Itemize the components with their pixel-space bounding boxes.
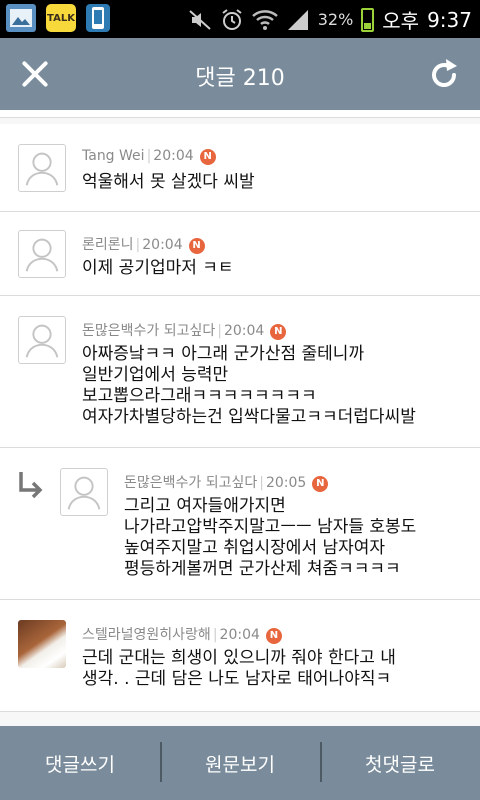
phone-icon <box>86 4 110 32</box>
comment-meta: 스텔라널영원히사랑해 | 20:04 N <box>82 624 282 644</box>
comment-text: 근데 군대는 희생이 있으니까 줘야 한다고 내 생각. . 근데 담은 나도 … <box>82 648 396 689</box>
comment-meta: 론리론니 | 20:04 N <box>82 234 205 254</box>
avatar[interactable] <box>18 620 66 668</box>
gallery-icon <box>6 4 36 32</box>
comment-meta: 돈많은백수가 되고싶다 | 20:04 N <box>82 320 287 340</box>
comment-time: 20:04 <box>153 148 194 164</box>
comment-time: 20:04 <box>142 237 183 253</box>
wifi-icon <box>251 9 278 30</box>
refresh-icon[interactable] <box>426 56 462 92</box>
mute-icon <box>189 9 211 30</box>
comment-author: Tang Wei <box>82 148 145 164</box>
comment-item[interactable]: 돈많은백수가 되고싶다 | 20:04 N 아짜증낰ㅋㅋ 아그래 군가산점 줄테니까 … <box>0 296 480 448</box>
comment-text: 이제 공기업마저 ㅋㅌ <box>82 258 234 278</box>
notification-icons: TALK <box>6 4 110 32</box>
new-badge: N <box>270 324 287 340</box>
comment-item[interactable]: 론리론니 | 20:04 N 이제 공기업마저 ㅋㅌ <box>0 212 480 296</box>
comment-time: 20:04 <box>219 627 260 643</box>
list-item <box>0 110 480 118</box>
comment-text: 아짜증낰ㅋㅋ 아그래 군가산점 줄테니까 일반기업에서 능력만 보고뽑으라그래ㅋ… <box>82 344 416 427</box>
first-comment-button[interactable]: 첫댓글로 <box>320 726 480 800</box>
battery-icon <box>361 7 375 32</box>
comment-time: 20:05 <box>265 475 307 491</box>
comment-time: 20:04 <box>223 323 265 339</box>
avatar[interactable] <box>18 144 66 192</box>
status-bar: TALK 32% 오후 9:37 <box>0 0 480 38</box>
comment-author: 스텔라널영원히사랑해 <box>82 627 211 643</box>
write-comment-button[interactable]: 댓글쓰기 <box>0 726 160 800</box>
ampm-label: 오후 <box>382 9 420 33</box>
new-badge: N <box>199 149 216 165</box>
reply-arrow-icon <box>19 472 43 499</box>
header-bar: 댓글 210 <box>0 38 480 110</box>
new-badge: N <box>188 238 205 254</box>
comment-meta: Tang Wei | 20:04 N <box>82 148 216 165</box>
system-status: 32% 오후 9:37 <box>188 5 472 34</box>
new-badge: N <box>265 628 282 644</box>
new-badge: N <box>312 476 329 492</box>
comment-author: 돈많은백수가 되고싶다 <box>82 323 216 339</box>
alarm-icon <box>222 8 242 30</box>
page-title: 댓글 210 <box>195 66 285 91</box>
signal-icon <box>287 9 308 30</box>
reply-item[interactable]: 돈많은백수가 되고싶다 | 20:05 N 그리고 여자들애가지면 나가라고압박주지말… <box>0 448 480 600</box>
comment-list[interactable]: Tang Wei | 20:04 N 억울해서 못 살겠다 씨발 론리론니 | 20:04… <box>0 110 480 726</box>
clock: 9:37 <box>427 7 472 32</box>
comment-meta: 돈많은백수가 되고싶다 | 20:05 N <box>124 472 329 492</box>
comment-author: 돈많은백수가 되고싶다 <box>124 475 258 491</box>
avatar[interactable] <box>18 316 66 364</box>
avatar[interactable] <box>60 468 108 516</box>
comment-author: 론리론니 <box>82 237 134 253</box>
bottom-action-bar: 댓글쓰기 원문보기 첫댓글로 <box>0 726 480 800</box>
comment-text: 그리고 여자들애가지면 나가라고압박주지말고ㅡㅡ 남자들 호봉도 높여주지말고 … <box>124 496 417 579</box>
kakaotalk-icon: TALK <box>46 4 76 32</box>
avatar[interactable] <box>18 230 66 278</box>
comment-item[interactable]: Tang Wei | 20:04 N 억울해서 못 살겠다 씨발 <box>0 124 480 212</box>
battery-percent: 32% <box>317 10 354 29</box>
view-original-button[interactable]: 원문보기 <box>160 726 320 800</box>
comment-text: 억울해서 못 살겠다 씨발 <box>82 172 255 192</box>
comment-item[interactable]: 스텔라널영원히사랑해 | 20:04 N 근데 군대는 희생이 있으니까 줘야 한다고… <box>0 600 480 712</box>
